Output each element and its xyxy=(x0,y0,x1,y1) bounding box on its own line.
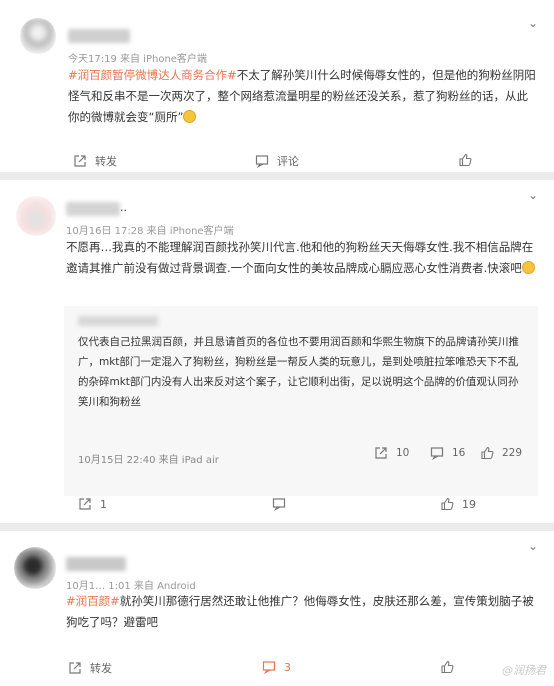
hashtag-link[interactable]: #润百颜# xyxy=(66,594,120,608)
retweet-repost-button[interactable]: 10 xyxy=(374,446,409,460)
thumbs-up-icon xyxy=(459,153,472,167)
like-button[interactable]: 19 xyxy=(440,497,476,511)
comment-icon xyxy=(262,661,276,674)
hashtag-link[interactable]: #润百颜暂停微博达人商务合作# xyxy=(68,68,237,82)
chevron-down-icon[interactable]: ⌄ xyxy=(528,539,538,553)
comment-button-active[interactable]: 3 xyxy=(262,660,291,674)
comment-button[interactable]: 评论 xyxy=(255,153,299,169)
comment-icon xyxy=(255,155,269,168)
action-bar: 1 19 xyxy=(0,497,554,517)
share-icon xyxy=(79,498,91,510)
action-bar: 转发 3 xyxy=(0,660,554,680)
share-icon xyxy=(69,662,81,674)
avatar[interactable] xyxy=(14,547,56,589)
avatar[interactable] xyxy=(20,18,56,54)
repost-button[interactable]: 转发 xyxy=(73,153,117,169)
comment-meta: 10月16日 17:28 来自 iPhone客户端 xyxy=(66,226,234,237)
repost-button[interactable]: 1 xyxy=(78,497,107,511)
comment-text: #润百颜暂停微博达人商务合作#不太了解孙笑川什么时候侮辱女性的，但是他的狗粉丝阴… xyxy=(68,68,536,124)
comment-icon xyxy=(272,498,286,511)
retweet-comment-button[interactable]: 16 xyxy=(430,446,465,460)
chevron-down-icon[interactable]: ⌄ xyxy=(528,188,538,202)
avatar[interactable] xyxy=(16,196,56,236)
username-redacted[interactable] xyxy=(68,29,130,43)
thumbs-up-icon xyxy=(441,497,454,511)
like-button[interactable] xyxy=(440,660,462,674)
share-icon xyxy=(74,155,86,167)
thumbs-up-icon xyxy=(481,446,494,460)
share-icon xyxy=(375,447,387,459)
thumbs-up-icon xyxy=(441,660,454,674)
repost-button[interactable]: 转发 xyxy=(68,660,112,676)
like-button[interactable] xyxy=(458,153,480,167)
username-redacted[interactable] xyxy=(66,202,120,216)
watermark: @润扬君 xyxy=(502,664,546,677)
smirk-emoji-icon xyxy=(521,261,535,274)
comment-button[interactable] xyxy=(272,497,294,511)
comment-text: #润百颜#就孙笑川那德行居然还敢让他推广？他侮辱女性，皮肤还那么差，宣传策划脑子… xyxy=(66,594,534,629)
action-bar: 转发 评论 xyxy=(0,153,554,173)
comment-icon xyxy=(430,447,444,460)
retweet-meta: 10月15日 22:40 来自 iPad air xyxy=(78,455,219,466)
comment-card: 今天17:19 来自 iPhone客户端 ⌄ #润百颜暂停微博达人商务合作#不太… xyxy=(0,0,554,172)
comment-card: .. 10月16日 17:28 来自 iPhone客户端 ⌄ 不愿再…我真的不能… xyxy=(0,180,554,523)
grin-emoji-icon xyxy=(183,110,197,123)
retweet-username-redacted[interactable] xyxy=(78,316,158,326)
comment-card: 10月1… 1:01 来自 Android ⌄ #润百颜#就孙笑川那德行居然还敢… xyxy=(0,531,554,686)
retweet-box[interactable]: 仅代表自己拉黑润百颜，并且恳请首页的各位也不要用润百颜和华熙生物旗下的品牌请孙笑… xyxy=(64,306,538,496)
username-redacted[interactable] xyxy=(66,557,126,571)
comment-meta: 10月1… 1:01 来自 Android xyxy=(66,581,196,592)
chevron-down-icon[interactable]: ⌄ xyxy=(528,16,538,30)
retweet-like-button[interactable]: 229 xyxy=(480,446,522,460)
username-suffix: .. xyxy=(120,201,127,214)
comment-meta: 今天17:19 来自 iPhone客户端 xyxy=(68,54,207,65)
comment-text: 不愿再…我真的不能理解润百颜找孙笑川代言.他和他的狗粉丝天天侮辱女性.我不相信品… xyxy=(66,240,535,275)
retweet-text: 仅代表自己拉黑润百颜，并且恳请首页的各位也不要用润百颜和华熙生物旗下的品牌请孙笑… xyxy=(78,336,519,408)
